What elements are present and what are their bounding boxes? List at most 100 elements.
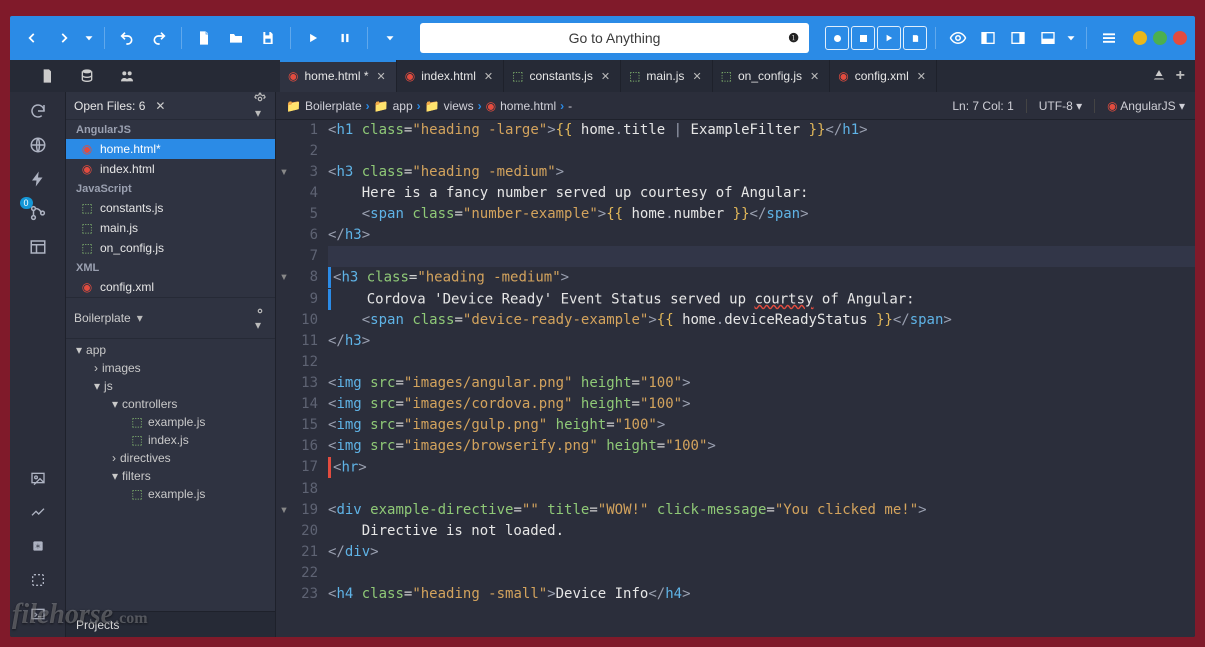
file-config-xml[interactable]: ◉config.xml — [66, 277, 275, 297]
pane-dropdown[interactable] — [1064, 24, 1078, 52]
sidebar-collab-icon[interactable] — [118, 67, 136, 85]
tree-js[interactable]: ▾js — [66, 377, 275, 395]
tab-main-js[interactable]: ⬚main.js✕ — [621, 60, 713, 92]
window-minimize-button[interactable] — [1133, 31, 1147, 45]
code-line[interactable]: <img src="images/cordova.png" height="10… — [328, 394, 1195, 415]
crumb-root[interactable]: 📁 Boilerplate — [286, 99, 362, 113]
tab-close[interactable]: ✕ — [484, 70, 493, 83]
tree-index-js[interactable]: ⬚index.js — [66, 431, 275, 449]
code-line[interactable]: </h3> — [328, 331, 1195, 352]
code-line[interactable]: <div example-directive="" title="WOW!" c… — [328, 500, 1195, 521]
tree-example-js[interactable]: ⬚example.js — [66, 413, 275, 431]
nav-back-button[interactable] — [18, 24, 46, 52]
window-maximize-button[interactable] — [1153, 31, 1167, 45]
tree-controllers[interactable]: ▾controllers — [66, 395, 275, 413]
tree-filters[interactable]: ▾filters — [66, 467, 275, 485]
code-line[interactable] — [328, 141, 1195, 162]
pane-left-button[interactable] — [974, 24, 1002, 52]
tab-index-html[interactable]: ◉index.html✕ — [397, 60, 504, 92]
tree-app[interactable]: ▾app — [66, 341, 275, 359]
fold-toggle[interactable]: ▾ — [276, 162, 292, 183]
code-line[interactable]: <span class="number-example">{{ home.num… — [328, 204, 1195, 225]
run-dropdown[interactable] — [376, 24, 404, 52]
open-files-close[interactable]: ✕ — [155, 99, 165, 113]
tab-close[interactable]: ✕ — [917, 70, 926, 83]
nav-forward-button[interactable] — [50, 24, 78, 52]
rail-globe-icon[interactable] — [18, 132, 58, 158]
rail-sync-icon[interactable] — [18, 98, 58, 124]
new-tab-button[interactable]: + — [1176, 67, 1185, 85]
open-folder-button[interactable] — [222, 24, 250, 52]
record-macro-button[interactable] — [825, 26, 849, 50]
focus-mode-button[interactable] — [944, 24, 972, 52]
save-macro-button[interactable] — [903, 26, 927, 50]
rail-vcs-icon[interactable]: 0 — [18, 200, 58, 226]
code-line[interactable]: <img src="images/gulp.png" height="100"> — [328, 415, 1195, 436]
open-files-gear-icon[interactable]: ▾ — [253, 92, 267, 120]
project-header[interactable]: Boilerplate ▾ ▾ — [66, 297, 275, 339]
new-file-button[interactable] — [190, 24, 218, 52]
stop-macro-button[interactable] — [851, 26, 875, 50]
rail-layout-icon[interactable] — [18, 234, 58, 260]
encoding-selector[interactable]: UTF-8 ▾ — [1039, 99, 1082, 113]
rail-image-icon[interactable] — [18, 465, 58, 491]
projects-footer[interactable]: Projects — [66, 611, 275, 637]
menu-button[interactable] — [1095, 24, 1123, 52]
code-line[interactable]: <span class="device-ready-example">{{ ho… — [328, 310, 1195, 331]
undo-button[interactable] — [113, 24, 141, 52]
pause-button[interactable] — [331, 24, 359, 52]
project-gear-icon[interactable]: ▾ — [253, 304, 267, 332]
code-line[interactable]: </div> — [328, 542, 1195, 563]
cursor-position[interactable]: Ln: 7 Col: 1 — [952, 99, 1013, 113]
rail-flash-icon[interactable] — [18, 166, 58, 192]
tab-home-html-[interactable]: ◉home.html *✕ — [280, 60, 397, 92]
pane-bottom-button[interactable] — [1034, 24, 1062, 52]
crumb-file[interactable]: ◉ home.html — [486, 99, 557, 113]
play-button[interactable] — [299, 24, 327, 52]
nav-history-dropdown[interactable] — [82, 24, 96, 52]
rail-regex-icon[interactable] — [18, 567, 58, 593]
save-button[interactable] — [254, 24, 282, 52]
code-line[interactable] — [328, 352, 1195, 373]
language-selector[interactable]: ◉ AngularJS ▾ — [1107, 99, 1185, 113]
code-line[interactable] — [328, 479, 1195, 500]
code-line[interactable]: <h1 class="heading -large">{{ home.title… — [328, 120, 1195, 141]
pane-right-button[interactable] — [1004, 24, 1032, 52]
file-constants-js[interactable]: ⬚constants.js — [66, 198, 275, 218]
code-line[interactable] — [328, 246, 1195, 267]
file-home-html[interactable]: ◉home.html* — [66, 139, 275, 159]
code-line[interactable]: Cordova 'Device Ready' Event Status serv… — [328, 289, 1195, 311]
fold-toggle[interactable]: ▾ — [276, 500, 292, 521]
code-editor[interactable]: 1<h1 class="heading -large">{{ home.titl… — [276, 120, 1195, 637]
file-onconfig-js[interactable]: ⬚on_config.js — [66, 238, 275, 258]
code-line[interactable]: <h4 class="heading -small">Device Info</… — [328, 584, 1195, 605]
code-line[interactable]: <img src="images/angular.png" height="10… — [328, 373, 1195, 394]
sidebar-files-icon[interactable] — [38, 67, 56, 85]
code-line[interactable]: <img src="images/browserify.png" height=… — [328, 436, 1195, 457]
crumb-views[interactable]: 📁 views — [425, 99, 474, 113]
sidebar-db-icon[interactable] — [78, 67, 96, 85]
play-macro-button[interactable] — [877, 26, 901, 50]
code-line[interactable]: Directive is not loaded. — [328, 521, 1195, 542]
tab-constants-js[interactable]: ⬚constants.js✕ — [504, 60, 621, 92]
tab-close[interactable]: ✕ — [377, 70, 386, 83]
fold-toggle[interactable]: ▾ — [276, 267, 292, 289]
window-close-button[interactable] — [1173, 31, 1187, 45]
code-line[interactable]: <hr> — [328, 457, 1195, 479]
file-main-js[interactable]: ⬚main.js — [66, 218, 275, 238]
rail-console-icon[interactable] — [18, 601, 58, 627]
crumb-app[interactable]: 📁 app — [374, 99, 413, 113]
tree-directives[interactable]: ›directives — [66, 449, 275, 467]
code-line[interactable]: Here is a fancy number served up courtes… — [328, 183, 1195, 204]
redo-button[interactable] — [145, 24, 173, 52]
rail-snippet-icon[interactable]: ＊ — [18, 533, 58, 559]
tab-close[interactable]: ✕ — [692, 70, 701, 83]
code-line[interactable]: <h3 class="heading -medium"> — [328, 162, 1195, 183]
code-line[interactable]: </h3> — [328, 225, 1195, 246]
tab-config-xml[interactable]: ◉config.xml✕ — [830, 60, 937, 92]
tree-images[interactable]: ›images — [66, 359, 275, 377]
notifications-icon[interactable] — [1152, 69, 1166, 83]
rail-chart-icon[interactable] — [18, 499, 58, 525]
tab-close[interactable]: ✕ — [601, 70, 610, 83]
file-index-html[interactable]: ◉index.html — [66, 159, 275, 179]
